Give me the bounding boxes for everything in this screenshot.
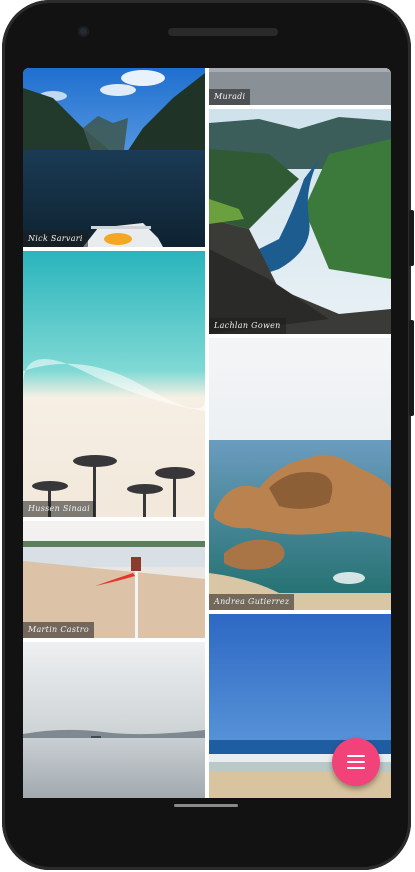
earpiece-speaker xyxy=(168,28,278,36)
menu-fab-button[interactable] xyxy=(332,738,380,786)
photo-credit: Hussen Sinaai xyxy=(23,501,95,517)
rock-coast-image xyxy=(209,338,391,610)
menu-icon xyxy=(347,755,365,769)
photo-tile-fjord-cruise[interactable]: Nick Sarvari xyxy=(23,68,205,247)
photo-grid-screen[interactable]: Nick Sarvari Hussen Sinaai Martin Castro… xyxy=(23,68,391,798)
photo-tile-beach-palms[interactable]: Hussen Sinaai xyxy=(23,251,205,517)
photo-credit: Lachlan Gowen xyxy=(209,318,286,334)
photo-credit: Andrea Gutierrez xyxy=(209,594,295,610)
photo-tile-grey-top[interactable]: Muradi xyxy=(209,68,391,105)
home-indicator[interactable] xyxy=(174,804,238,807)
photo-tile-red-flag-beach[interactable]: Martin Castro xyxy=(23,521,205,638)
beach-palms-image xyxy=(23,251,205,517)
phone-frame: Nick Sarvari Hussen Sinaai Martin Castro… xyxy=(2,0,411,870)
photo-credit: Muradi xyxy=(209,89,251,105)
power-button xyxy=(409,210,414,266)
volume-button xyxy=(409,320,414,416)
river-valley-image xyxy=(209,109,391,334)
photo-tile-river-valley[interactable]: Lachlan Gowen xyxy=(209,109,391,334)
photo-tile-rock-coast[interactable]: Andrea Gutierrez xyxy=(209,338,391,610)
photo-credit: Martin Castro xyxy=(23,622,95,638)
photo-credit: Nick Sarvari xyxy=(23,231,88,247)
red-flag-beach-image xyxy=(23,521,205,638)
fjord-cruise-image xyxy=(23,68,205,247)
photo-tile-misty-sea[interactable] xyxy=(23,642,205,798)
front-camera xyxy=(78,26,89,37)
misty-sea-image xyxy=(23,642,205,798)
